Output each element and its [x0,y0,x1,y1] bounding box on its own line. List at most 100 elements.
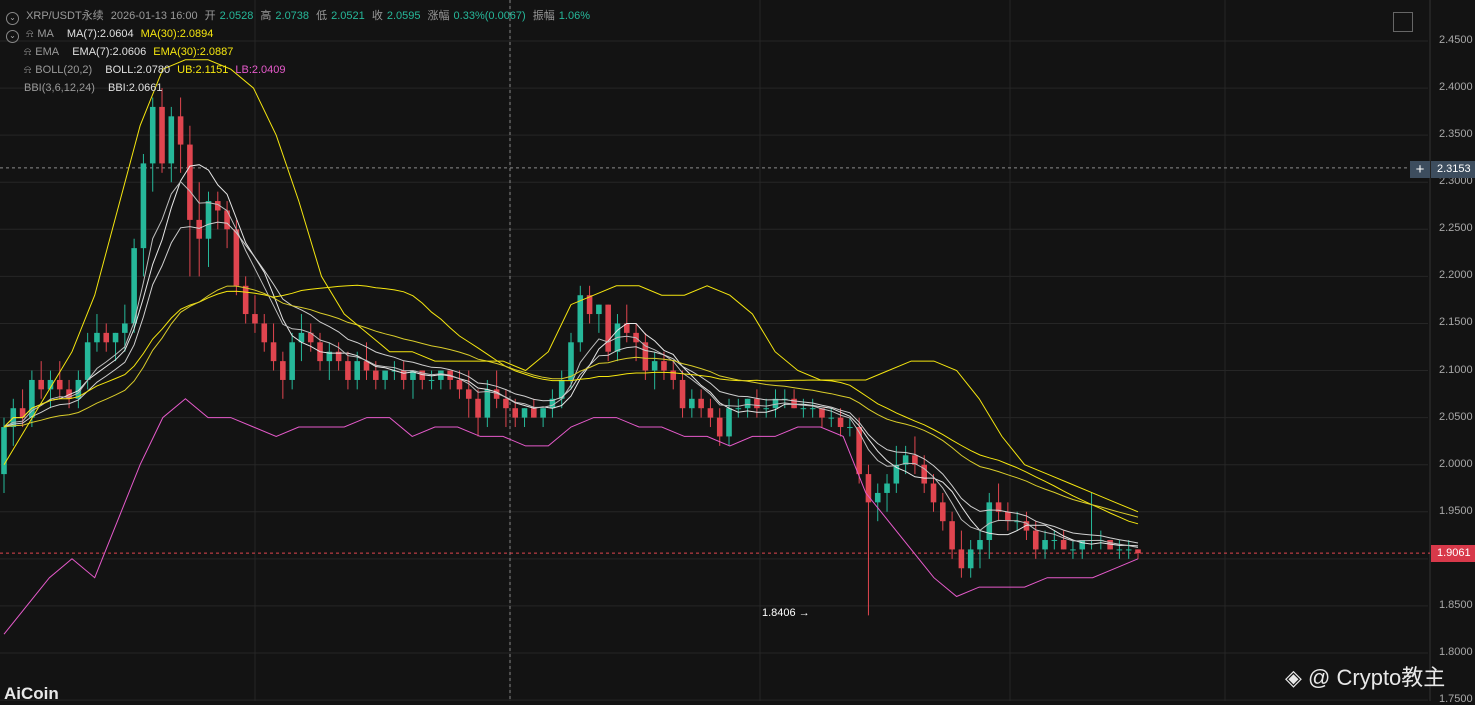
bbi-value: BBI:2.0661 [108,82,163,94]
price-tick-label: 2.2000 [1439,269,1473,282]
ohlc-header: ⌄ XRP/USDT永续 2026-01-13 16:00 开 2.0528 高2… [6,8,594,25]
candle-body [940,502,946,522]
candle-body [1060,540,1067,550]
fullscreen-icon[interactable] [1393,12,1413,32]
candle-body [400,370,407,380]
candle-body [159,106,165,164]
symbol-label: XRP/USDT永续 [26,10,104,22]
collapse-toggle-icon[interactable]: ⌄ [6,30,19,43]
candle-body [456,379,463,390]
candle-body [233,229,240,286]
amplitude-value: 1.06% [558,10,590,22]
candle-body [475,398,481,418]
price-tick-label: 2.4000 [1439,81,1473,94]
candle-body [828,417,835,419]
chart-background [0,0,1475,701]
price-tick-label: 2.2500 [1439,222,1473,235]
candle-body [354,361,361,380]
candle-body [1042,540,1048,550]
candle-body [958,549,965,569]
high-value: 2.0738 [275,10,310,22]
candle-body [29,379,35,418]
candle-body [726,408,732,437]
candle-body [242,285,249,315]
candle-body [56,379,63,390]
add-alert-icon[interactable]: + [1410,161,1430,178]
price-tick-label: 2.0500 [1439,410,1473,423]
candle-body [930,483,937,503]
price-tick-label: 2.1000 [1439,363,1473,376]
boll-legend[interactable]: ⍾ BOLL(20,2) BOLL:2.0780 UB:2.1151 LB:2.0… [24,62,290,79]
change-value: 0.33%(0.0067) [453,10,526,22]
candle-body [837,417,844,428]
candle-body [568,342,574,380]
candle-body [698,398,704,409]
candle-body [754,398,760,409]
price-tick-label: 1.8000 [1439,646,1473,658]
candle-body [856,427,862,475]
candle-body [967,549,974,569]
candle-body [252,314,258,324]
ema-legend[interactable]: ⍾ EMA EMA(7):2.0606 EMA(30):2.0887 [24,44,237,61]
candle-body [847,427,853,429]
low-marker-label: 1.8406 → [762,607,810,619]
candle-body [531,408,537,418]
candle-body [809,408,816,410]
collapse-toggle-icon[interactable]: ⌄ [6,12,19,25]
low-value: 2.0521 [331,10,365,22]
boll-mid-value: BOLL:2.0780 [105,64,171,76]
candle-body [84,342,91,380]
candle-body [345,361,351,380]
candle-body [177,116,184,145]
price-tick-label: 2.0000 [1439,457,1473,470]
candle-body [280,361,286,380]
price-tick-label: 2.4500 [1439,34,1473,46]
candle-body [428,379,435,381]
bell-icon[interactable]: ⍾ [24,46,31,58]
candle-body [122,323,128,333]
candle-body [187,144,193,220]
ma-legend[interactable]: ⌄ ⍾ MA MA(7):2.0604 MA(30):2.0894 [6,26,217,43]
candle-body [874,492,881,503]
candle-body [605,304,611,352]
candle-body [149,106,156,164]
bbi-legend[interactable]: BBI(3,6,12,24) BBI:2.0661 [24,80,166,97]
candle-body [661,361,667,371]
ma30-value: MA(30):2.0894 [140,28,214,40]
price-tick-label: 1.8500 [1439,598,1473,611]
candle-body [521,408,528,418]
candle-body [1135,549,1141,554]
aicoin-logo: AiCoin [4,684,59,703]
open-value: 2.0528 [219,10,254,22]
candle-body [716,417,723,437]
candle-body [670,370,677,380]
candle-body [224,210,230,230]
candle-body [763,408,769,410]
candle-body [735,408,742,410]
candle-body [689,398,695,409]
candle-body [205,201,212,239]
price-tick-label: 2.1500 [1439,316,1473,329]
candle-body [1032,530,1039,550]
candle-body [196,219,202,239]
candle-body [1125,549,1132,551]
boll-ub-value: UB:2.1151 [177,64,229,76]
candle-body [1079,540,1086,550]
price-tick-label: 1.9500 [1439,504,1473,517]
diamond-logo-icon: ◈ [1285,665,1302,690]
price-tick-label: 2.3500 [1439,128,1473,141]
chart-area[interactable]: ⌄ XRP/USDT永续 2026-01-13 16:00 开 2.0528 高2… [0,0,1475,705]
candle-body [465,389,472,399]
candle-body [382,370,388,380]
candle-body [884,483,890,493]
bell-icon[interactable]: ⍾ [26,28,33,40]
candle-body [484,389,491,418]
candlestick-chart[interactable] [0,0,1475,701]
ema30-value: EMA(30):2.0887 [153,46,234,58]
bell-icon[interactable]: ⍾ [24,64,31,76]
candle-body [168,116,175,164]
candle-body [1051,540,1058,542]
candle-body [800,408,807,410]
candle-body [261,323,268,343]
close-value: 2.0595 [386,10,421,22]
